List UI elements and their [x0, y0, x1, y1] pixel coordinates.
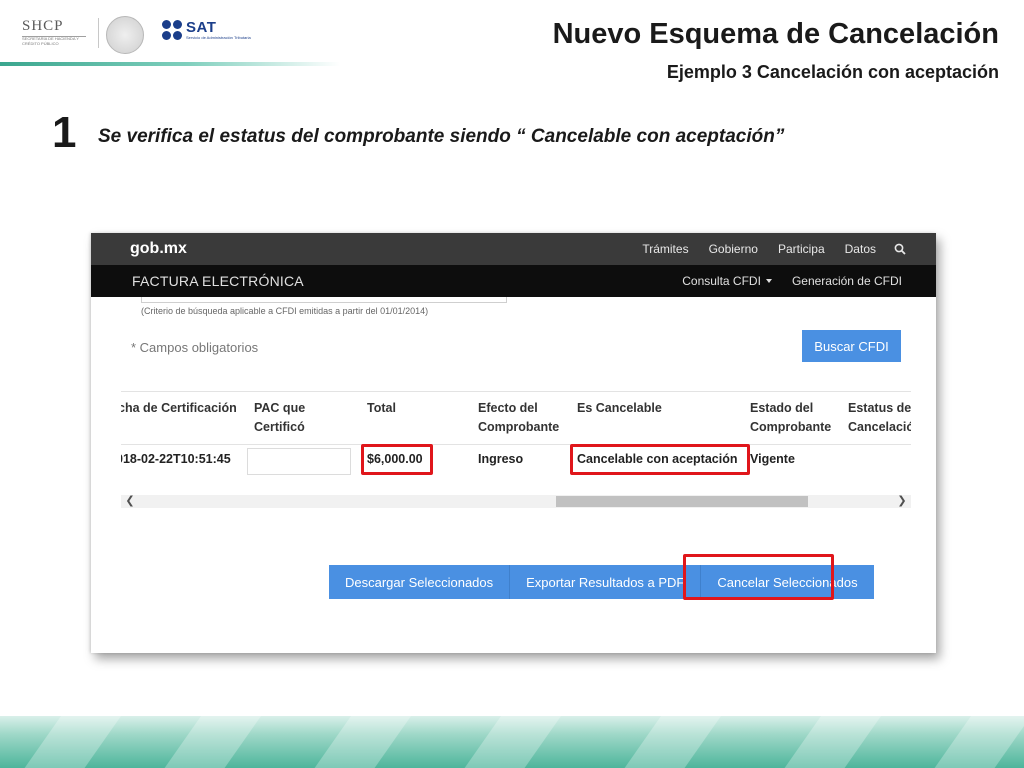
header-efecto-line2: Comprobante: [478, 420, 560, 434]
shcp-logo: SHCP SECRETARÍA DE HACIENDA Y CRÉDITO PÚ…: [22, 18, 92, 52]
scrollbar-thumb[interactable]: [556, 496, 808, 507]
section-bar: FACTURA ELECTRÓNICA Consulta CFDI Genera…: [91, 265, 936, 297]
consulta-cfdi-label: Consulta CFDI: [682, 274, 761, 288]
criteria-note: (Criterio de búsqueda aplicable a CFDI e…: [141, 306, 429, 316]
horizontal-scrollbar[interactable]: ❮ ❯: [121, 495, 911, 508]
shcp-logo-rule: [22, 36, 86, 37]
cell-fecha: 018-02-22T10:51:45: [121, 452, 231, 466]
footer-band: [0, 716, 1024, 768]
national-seal-icon: [106, 16, 144, 54]
logo-divider: [98, 18, 99, 48]
header-pac-line2: Certificó: [254, 420, 305, 434]
header-estatus: Estatus de Cancelació: [848, 399, 911, 437]
shcp-logo-subtitle: SECRETARÍA DE HACIENDA Y CRÉDITO PÚBLICO: [22, 36, 79, 46]
table-header-rule: [121, 444, 911, 445]
buscar-cfdi-button[interactable]: Buscar CFDI: [802, 330, 901, 362]
highlight-cancel-button: [683, 554, 834, 600]
highlight-cancelable: [570, 444, 750, 475]
portal-screenshot: gob.mx Trámites Gobierno Participa Datos…: [91, 233, 936, 653]
header-cancelable: Es Cancelable: [577, 401, 662, 415]
nav-gobierno[interactable]: Gobierno: [709, 242, 758, 256]
highlight-total: [361, 444, 433, 475]
caret-down-icon: [765, 279, 772, 283]
nav-tramites[interactable]: Trámites: [642, 242, 688, 256]
search-icon[interactable]: [894, 243, 906, 255]
header-estatus-line2: Cancelació: [848, 420, 911, 434]
exportar-pdf-button[interactable]: Exportar Resultados a PDF: [510, 565, 702, 599]
slide-title: Nuevo Esquema de Cancelación: [552, 18, 999, 50]
sat-logo-word: SAT: [186, 19, 217, 36]
required-fields-note: * Campos obligatorios: [131, 340, 259, 355]
header-accent-line: [0, 62, 340, 66]
shcp-logo-word: SHCP: [22, 18, 64, 34]
chevron-right-icon[interactable]: ❯: [895, 495, 909, 508]
table-top-rule: [121, 391, 911, 392]
results-table: cha de Certificación PAC que Certificó T…: [121, 391, 911, 511]
consulta-cfdi-dropdown[interactable]: Consulta CFDI: [682, 274, 772, 288]
header-pac-line1: PAC que: [254, 401, 306, 415]
section-title: FACTURA ELECTRÓNICA: [132, 273, 304, 289]
gob-top-nav: Trámites Gobierno Participa Datos: [622, 233, 906, 265]
cell-pac-box: [247, 448, 351, 475]
slide-subtitle: Ejemplo 3 Cancelación con aceptación: [666, 62, 999, 82]
step-number: 1: [52, 108, 77, 157]
cell-efecto: Ingreso: [478, 452, 524, 466]
header-efecto-line1: Efecto del: [478, 401, 538, 415]
header-estatus-line1: Estatus de: [848, 401, 911, 415]
gob-logo[interactable]: gob.mx: [130, 240, 187, 258]
header-estado-line1: Estado del: [750, 401, 814, 415]
search-input-remnant[interactable]: [141, 297, 507, 303]
header-total: Total: [367, 401, 396, 415]
cell-estado: Vigente: [750, 452, 795, 466]
gob-top-bar: gob.mx Trámites Gobierno Participa Datos: [91, 233, 936, 265]
nav-datos[interactable]: Datos: [845, 242, 876, 256]
header-fecha: cha de Certificación: [121, 401, 237, 415]
header-estado-line2: Comprobante: [750, 420, 832, 434]
chevron-left-icon[interactable]: ❮: [123, 495, 137, 508]
descargar-seleccionados-button[interactable]: Descargar Seleccionados: [329, 565, 511, 599]
header-efecto: Efecto del Comprobante: [478, 399, 559, 437]
sat-logo-subtitle: Servicio de Administración Tributaria: [186, 35, 251, 40]
step-description: Se verifica el estatus del comprobante s…: [98, 126, 785, 147]
sat-dots-icon: [162, 20, 182, 40]
header-estado: Estado del Comprobante: [750, 399, 831, 437]
section-nav: Consulta CFDI Generación de CFDI: [662, 265, 902, 297]
header-pac: PAC que Certificó: [254, 399, 305, 437]
nav-participa[interactable]: Participa: [778, 242, 825, 256]
generacion-cfdi-link[interactable]: Generación de CFDI: [792, 274, 902, 288]
